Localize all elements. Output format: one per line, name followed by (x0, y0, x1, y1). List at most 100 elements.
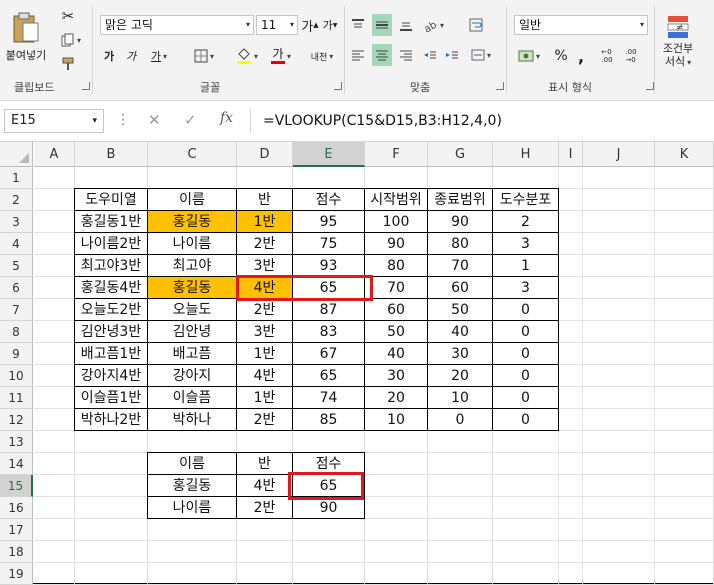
table-cell[interactable]: 85 (292, 408, 365, 431)
table-cell[interactable]: 0 (492, 342, 559, 365)
table-cell[interactable]: 50 (364, 320, 428, 343)
table-cell[interactable]: 배고픔1반 (74, 342, 148, 365)
accounting-format-button[interactable]: ▾ (514, 46, 544, 66)
table-cell[interactable]: 65 (292, 474, 365, 497)
table-cell[interactable]: 1반 (236, 386, 293, 409)
table-cell[interactable]: 75 (292, 232, 365, 255)
table-cell[interactable]: 20 (364, 386, 428, 409)
table-cell[interactable]: 2반 (236, 232, 293, 255)
column-header-b[interactable]: B (75, 142, 148, 167)
fill-color-button[interactable]: ▾ (230, 46, 264, 66)
table-cell[interactable]: 도수분포 (492, 188, 559, 211)
formula-input[interactable]: =VLOOKUP(C15&D15,B3:H12,4,0) (250, 109, 710, 133)
table-cell[interactable]: 74 (292, 386, 365, 409)
decrease-indent-button[interactable] (420, 44, 440, 66)
table-cell[interactable]: 3 (492, 232, 559, 255)
wrap-text-button[interactable] (466, 14, 486, 36)
row-header-17[interactable]: 17 (0, 519, 33, 541)
table-cell[interactable]: 90 (364, 232, 428, 255)
conditional-formatting-button[interactable]: ≠ 조건부 서식 ▾ (656, 6, 700, 76)
format-painter-icon[interactable] (58, 54, 78, 74)
table-cell[interactable]: 4반 (236, 364, 293, 387)
table-cell[interactable]: 강아지 (147, 364, 237, 387)
bold-button[interactable]: 가 (100, 46, 118, 66)
table-cell[interactable]: 70 (427, 254, 493, 277)
table-cell[interactable]: 이름 (147, 188, 237, 211)
table-cell[interactable]: 90 (292, 496, 365, 519)
table-cell[interactable]: 이슬픔1반 (74, 386, 148, 409)
font-name-combo[interactable]: 맑은 고딕 ▾ (100, 15, 254, 35)
table-cell[interactable]: 67 (292, 342, 365, 365)
table-cell[interactable]: 65 (292, 364, 365, 387)
table-cell[interactable]: 최고야 (147, 254, 237, 277)
merge-center-button[interactable]: ▾ (466, 44, 496, 66)
table-cell[interactable]: 3반 (236, 320, 293, 343)
table-cell[interactable]: 3반 (236, 254, 293, 277)
table-cell[interactable]: 오늘도2반 (74, 298, 148, 321)
row-header-9[interactable]: 9 (0, 343, 33, 365)
row-header-7[interactable]: 7 (0, 299, 33, 321)
table-cell[interactable]: 0 (492, 386, 559, 409)
font-color-button[interactable]: 가 ▾ (266, 46, 296, 66)
column-header-g[interactable]: G (428, 142, 493, 167)
table-cell[interactable]: 0 (492, 298, 559, 321)
table-cell[interactable]: 2반 (236, 496, 293, 519)
row-header-3[interactable]: 3 (0, 211, 33, 233)
table-cell[interactable]: 이슬픔 (147, 386, 237, 409)
table-cell[interactable]: 80 (364, 254, 428, 277)
row-header-4[interactable]: 4 (0, 233, 33, 255)
table-cell[interactable]: 60 (427, 276, 493, 299)
comma-button[interactable]: , (574, 46, 588, 66)
column-header-f[interactable]: F (365, 142, 428, 167)
align-bottom-button[interactable] (396, 14, 416, 36)
column-header-a[interactable]: A (34, 142, 75, 167)
table-cell[interactable]: 반 (236, 452, 293, 475)
row-header-13[interactable]: 13 (0, 431, 33, 453)
italic-button[interactable]: 가 (122, 46, 140, 66)
font-size-combo[interactable]: 11 ▾ (256, 15, 298, 35)
align-top-button[interactable] (348, 14, 368, 36)
paste-button[interactable]: 붙여넣기 (4, 6, 48, 68)
row-header-6[interactable]: 6 (0, 277, 33, 299)
table-cell[interactable]: 0 (427, 408, 493, 431)
row-header-19[interactable]: 19 (0, 563, 33, 585)
number-format-combo[interactable]: 일반 ▾ (514, 15, 648, 35)
grow-font-button[interactable]: 가 ▲ (301, 15, 318, 35)
table-cell[interactable]: 30 (427, 342, 493, 365)
table-cell[interactable]: 홍길동 (147, 210, 237, 233)
table-cell[interactable]: 김안녕 (147, 320, 237, 343)
table-cell[interactable]: 시작범위 (364, 188, 428, 211)
row-header-14[interactable]: 14 (0, 453, 33, 475)
table-cell[interactable]: 70 (364, 276, 428, 299)
table-cell[interactable]: 나이름 (147, 496, 237, 519)
table-cell[interactable]: 종료범위 (427, 188, 493, 211)
table-cell[interactable]: 65 (292, 276, 365, 299)
align-center-button[interactable] (372, 44, 392, 66)
cancel-icon[interactable]: ✕ (148, 111, 161, 129)
table-cell[interactable]: 김안녕3반 (74, 320, 148, 343)
table-cell[interactable]: 홍길동1반 (74, 210, 148, 233)
increase-decimal-button[interactable]: ←0.00 (596, 46, 618, 66)
align-right-button[interactable] (396, 44, 416, 66)
table-cell[interactable]: 4반 (236, 474, 293, 497)
phonetic-button[interactable]: 내천 ▾ (306, 46, 338, 66)
column-header-i[interactable]: I (559, 142, 583, 167)
table-cell[interactable]: 강아지4반 (74, 364, 148, 387)
select-all-corner[interactable] (0, 142, 33, 167)
table-cell[interactable]: 10 (427, 386, 493, 409)
increase-indent-button[interactable] (442, 44, 462, 66)
table-cell[interactable]: 40 (364, 342, 428, 365)
table-cell[interactable]: 반 (236, 188, 293, 211)
copy-icon[interactable]: ▾ (58, 30, 84, 50)
table-cell[interactable]: 1 (492, 254, 559, 277)
table-cell[interactable]: 홍길동 (147, 276, 237, 299)
borders-button[interactable]: ▾ (188, 46, 220, 66)
table-cell[interactable]: 오늘도 (147, 298, 237, 321)
row-header-8[interactable]: 8 (0, 321, 33, 343)
table-cell[interactable]: 30 (364, 364, 428, 387)
table-cell[interactable]: 최고야3반 (74, 254, 148, 277)
row-header-5[interactable]: 5 (0, 255, 33, 277)
table-cell[interactable]: 1반 (236, 210, 293, 233)
table-cell[interactable]: 2반 (236, 408, 293, 431)
column-header-d[interactable]: D (237, 142, 293, 167)
